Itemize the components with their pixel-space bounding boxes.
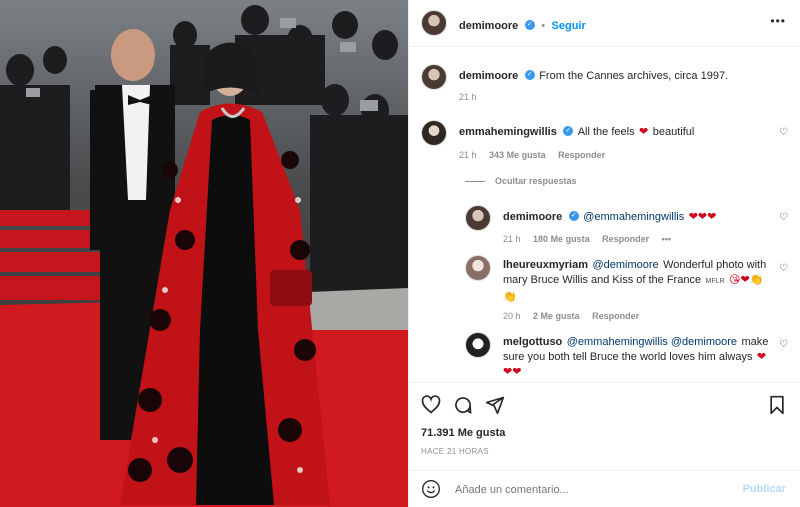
reply-username[interactable]: melgottuso [503, 336, 562, 348]
emoji-icon[interactable] [421, 479, 441, 499]
post-header: demimoore ✓ • Seguir ••• [409, 0, 800, 47]
instagram-post-modal: demimoore ✓ • Seguir ••• demimoore ✓ Fro… [0, 0, 800, 507]
follow-button[interactable]: Seguir [552, 20, 586, 32]
reply-button[interactable]: Responder [602, 234, 649, 244]
heart-emoji: ❤❤❤ [688, 211, 717, 223]
comment-input[interactable] [453, 480, 727, 500]
heart-icon[interactable] [421, 395, 441, 415]
comment-username[interactable]: emmahemingwillis [459, 126, 557, 138]
hide-replies-button[interactable]: Ocultar respuestas [495, 176, 577, 186]
reply-button[interactable]: Responder [558, 150, 605, 160]
share-icon[interactable] [485, 395, 505, 415]
emoji-text-2: 👏 [503, 291, 517, 303]
reply-mention[interactable]: @emmahemingwillis [583, 211, 684, 223]
reply-username[interactable]: demimoore [503, 211, 562, 223]
post-photo[interactable] [0, 0, 408, 507]
post-timestamp: HACE 21 HORAS [421, 447, 489, 456]
verified-badge-icon: ✓ [524, 19, 535, 30]
reply-small-text: MFLR [705, 278, 725, 285]
verified-badge-icon: ✓ [563, 125, 574, 136]
comment-text-2: beautiful [652, 126, 695, 138]
comment-likes[interactable]: 343 Me gusta [489, 150, 546, 160]
reply-like-heart-icon[interactable]: ♡ [779, 264, 788, 274]
reply-like-heart-icon[interactable]: ♡ [779, 213, 788, 223]
verified-badge-icon: ✓ [524, 69, 535, 80]
reply-meta: 21 h 180 Me gusta Responder ••• [503, 234, 681, 244]
author-avatar[interactable] [421, 10, 447, 36]
reply-likes[interactable]: 2 Me gusta [533, 311, 580, 321]
reply-username[interactable]: lheureuxmyriam [503, 259, 588, 271]
more-options-icon[interactable]: ••• [770, 14, 786, 28]
comment-time: 21 h [459, 150, 477, 160]
reply-item: melgottuso @emmahemingwillis @demimoore … [503, 334, 773, 379]
reply-time: 20 h [503, 311, 521, 321]
reply-mention[interactable]: @demimoore [592, 259, 658, 271]
reply-button[interactable]: Responder [592, 311, 639, 321]
reply-item: lheureuxmyriam @demimoore Wonderful phot… [503, 257, 773, 304]
post-panel: demimoore ✓ • Seguir ••• demimoore ✓ Fro… [408, 0, 800, 507]
comment-composer: Publicar [409, 470, 800, 507]
comment-text: All the feels [577, 126, 635, 138]
caption: demimoore ✓ From the Cannes archives, ci… [459, 66, 779, 84]
caption-time: 21 h [459, 92, 477, 102]
reply-like-heart-icon[interactable]: ♡ [779, 340, 788, 350]
heart-emoji: ❤ [639, 126, 649, 138]
caption-avatar[interactable] [421, 64, 447, 90]
comment-meta: 21 h 343 Me gusta Responder [459, 150, 615, 160]
dot-separator: • [541, 20, 546, 32]
comment-icon[interactable] [453, 395, 473, 415]
divider-line [465, 181, 485, 182]
reply-avatar[interactable] [465, 332, 491, 358]
emoji-text: 😘❤👏 [729, 274, 764, 286]
reply-time: 21 h [503, 234, 521, 244]
publish-button[interactable]: Publicar [743, 483, 786, 495]
reply-likes[interactable]: 180 Me gusta [533, 234, 590, 244]
caption-text: From the Cannes archives, circa 1997. [539, 70, 729, 82]
reply-item: demimoore ✓ @emmahemingwillis ❤❤❤ [503, 207, 763, 225]
more-options-icon[interactable]: ••• [662, 234, 671, 244]
reply-meta: 20 h 2 Me gusta Responder [503, 311, 649, 321]
author-username[interactable]: demimoore [459, 20, 518, 32]
verified-badge-icon: ✓ [568, 210, 579, 221]
caption-username[interactable]: demimoore [459, 70, 518, 82]
likes-count[interactable]: 71.391 Me gusta [421, 427, 505, 439]
bookmark-icon[interactable] [768, 395, 786, 415]
comment-item: emmahemingwillis ✓ All the feels ❤ beaut… [459, 122, 759, 140]
reply-avatar[interactable] [465, 205, 491, 231]
comment-like-heart-icon[interactable]: ♡ [779, 128, 788, 138]
reply-avatar[interactable] [465, 255, 491, 281]
photo-illustration [0, 0, 408, 507]
comment-avatar[interactable] [421, 120, 447, 146]
reply-mention[interactable]: @emmahemingwillis @demimoore [567, 336, 737, 348]
